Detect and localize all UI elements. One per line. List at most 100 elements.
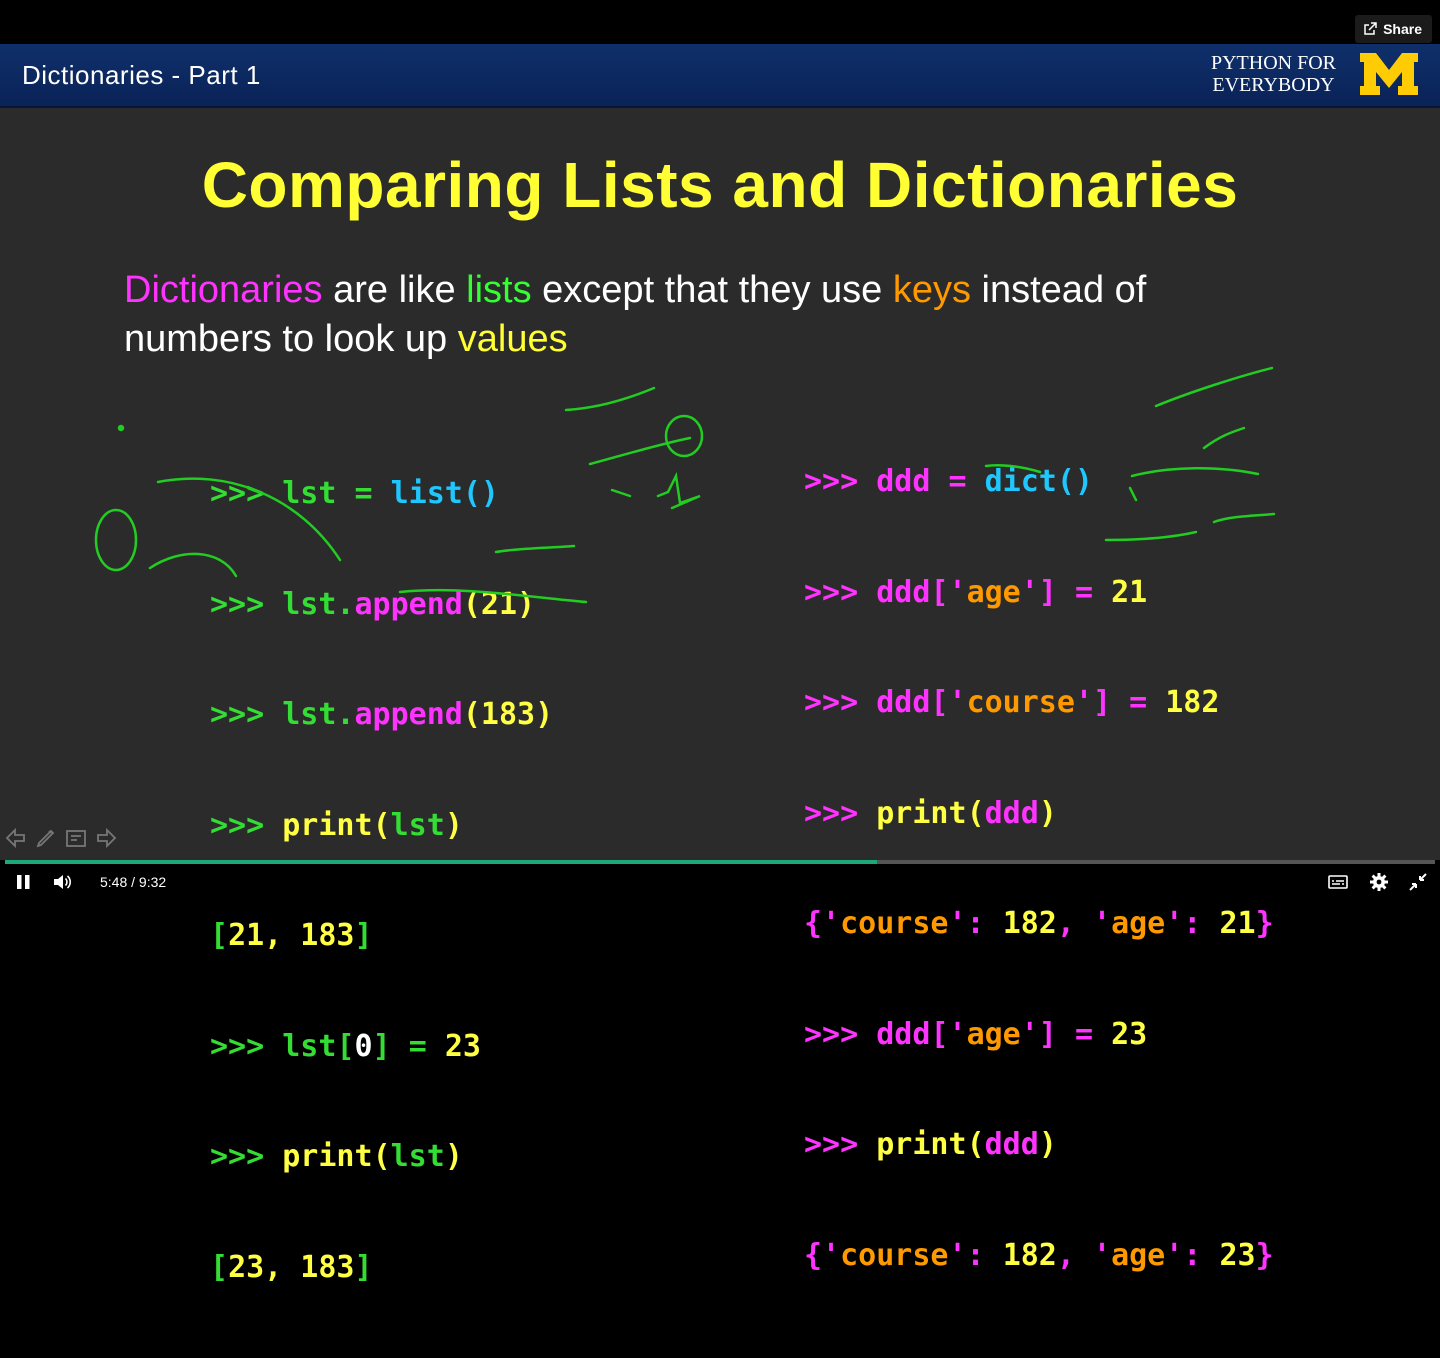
code-op: = <box>354 476 373 511</box>
code-key: course <box>840 906 949 941</box>
prompt: >>> <box>804 1127 859 1162</box>
code-bracket: {' <box>804 1237 841 1273</box>
notes-icon[interactable] <box>64 826 88 850</box>
code-args: (183) <box>462 697 554 732</box>
arrow-right-icon[interactable] <box>94 826 118 850</box>
code-line: >>> print(ddd) <box>804 794 1274 835</box>
ink-stroke <box>564 386 656 412</box>
code-bracket: ': <box>1165 1237 1220 1273</box>
intro-text: are like <box>322 269 467 311</box>
code-var: lst <box>282 586 337 622</box>
code-var: ddd <box>876 685 931 720</box>
intro-text: instead of <box>970 269 1147 311</box>
lecture-title: Dictionaries - Part 1 <box>22 60 261 90</box>
code-output: [21, 183] <box>210 916 553 957</box>
code-func: print <box>876 1127 967 1162</box>
code-bracket: ] <box>372 1028 391 1064</box>
prompt: >>> <box>804 1016 859 1052</box>
intro-term-values: values <box>457 318 568 360</box>
code-key: age <box>966 1016 1021 1052</box>
intro-term-lists: lists <box>466 269 532 311</box>
progress-fill <box>5 860 878 864</box>
code-paren: ) <box>444 1139 463 1174</box>
code-paren: ( <box>966 795 985 831</box>
code-output: [23, 183] <box>210 1248 553 1289</box>
intro-term-keys: keys <box>892 269 971 311</box>
code-var: lst <box>390 807 445 843</box>
pen-icon[interactable] <box>34 826 58 850</box>
code-line: >>> ddd['course'] = 182 <box>804 683 1274 724</box>
code-line: >>> print(ddd) <box>804 1125 1274 1166</box>
arrow-left-icon[interactable] <box>4 826 28 850</box>
code-line: >>> ddd = dict() <box>804 462 1274 503</box>
code-line: >>> lst.append(21) <box>210 585 553 626</box>
pause-icon[interactable] <box>14 872 34 892</box>
ink-dot <box>117 424 125 432</box>
code-var: lst <box>282 1028 337 1064</box>
code-var: lst <box>390 1139 445 1174</box>
time-display: 5:48 / 9:32 <box>100 874 166 890</box>
volume-icon[interactable] <box>52 872 72 892</box>
brand-line-1: PYTHON FOR <box>1210 52 1336 74</box>
code-method: append <box>354 586 463 622</box>
code-var: lst <box>282 697 337 732</box>
exit-fullscreen-icon[interactable] <box>1408 872 1428 892</box>
code-key: age <box>966 574 1021 610</box>
code-value: 23 <box>1111 1016 1148 1052</box>
share-icon <box>1364 22 1377 35</box>
prompt: >>> <box>210 476 265 511</box>
code-bracket: '] <box>1074 685 1112 720</box>
code-op: . <box>336 697 355 732</box>
code-value: 182 <box>1165 685 1220 720</box>
code-op: = <box>948 464 967 499</box>
code-var: ddd <box>876 1016 931 1052</box>
slide-intro: Dictionaries are like lists except that … <box>124 266 1324 364</box>
code-bracket: '] <box>1020 1016 1057 1052</box>
share-button[interactable]: Share <box>1355 15 1432 43</box>
code-line: >>> print(lst) <box>210 806 553 847</box>
code-bracket: [' <box>930 685 967 720</box>
prompt: >>> <box>804 795 859 831</box>
prompt: >>> <box>210 1139 265 1174</box>
intro-line-2: numbers to look up values <box>124 315 1324 364</box>
captions-icon[interactable] <box>1328 872 1348 892</box>
prompt: >>> <box>804 574 859 610</box>
share-label: Share <box>1383 21 1422 37</box>
code-var: ddd <box>984 1127 1039 1162</box>
code-op: = <box>1074 1016 1093 1052</box>
code-bracket: ': <box>948 906 1003 941</box>
output-values: 23, 183 <box>228 1249 355 1285</box>
code-func: print <box>282 807 373 843</box>
code-line: >>> lst.append(183) <box>210 695 553 736</box>
progress-bar[interactable] <box>5 860 1435 864</box>
code-paren: ) <box>1038 795 1057 831</box>
code-var: ddd <box>876 464 931 499</box>
lecture-header: Dictionaries - Part 1 PYTHON FOR EVERYBO… <box>0 44 1440 108</box>
prompt: >>> <box>804 685 859 720</box>
university-logo-icon <box>1360 53 1418 95</box>
code-paren: ( <box>372 807 391 843</box>
brand-line-2: EVERYBODY <box>1212 74 1335 96</box>
code-var: ddd <box>984 795 1039 831</box>
code-args: (21) <box>462 586 536 622</box>
ink-stroke <box>656 471 701 510</box>
code-bracket: , ' <box>1056 1237 1112 1273</box>
ink-stroke <box>588 436 692 466</box>
code-line: >>> print(lst) <box>210 1137 553 1178</box>
duration: 9:32 <box>138 874 167 890</box>
code-func: dict() <box>984 464 1093 499</box>
intro-line-1: Dictionaries are like lists except that … <box>124 266 1324 315</box>
code-value: 23 <box>444 1028 481 1064</box>
brand-wordmark: PYTHON FOR EVERYBODY <box>1211 52 1336 96</box>
gear-icon[interactable] <box>1369 872 1389 892</box>
code-func: print <box>282 1139 373 1174</box>
ink-stroke <box>610 488 632 498</box>
slide-title: Comparing Lists and Dictionaries <box>201 149 1239 221</box>
code-line: >>> lst = list() <box>210 474 553 515</box>
code-op: . <box>336 586 355 622</box>
code-func: list() <box>390 476 499 511</box>
code-value: 21 <box>1219 906 1256 941</box>
code-key: course <box>840 1237 949 1273</box>
code-bracket: {' <box>804 906 841 941</box>
code-paren: ( <box>966 1127 985 1162</box>
